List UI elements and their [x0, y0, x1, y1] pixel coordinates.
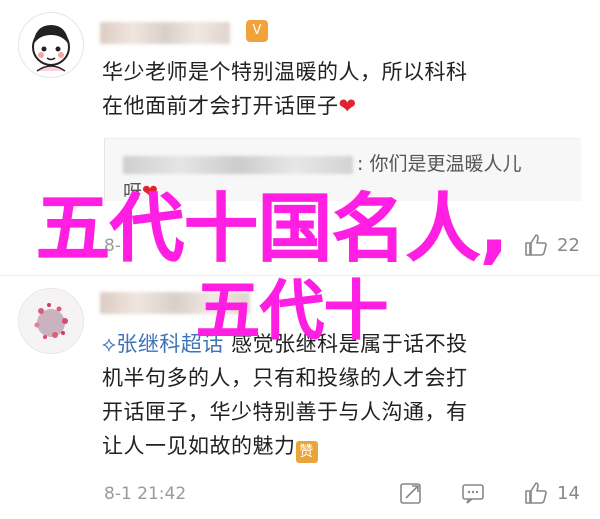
- floral-avatar-icon: [19, 289, 83, 353]
- vip-badge-icon: V: [246, 20, 268, 42]
- topic-link-icon[interactable]: ⟡: [102, 332, 116, 356]
- comment-1-text-line2-wrap: 在他面前才会打开话匣子❤: [102, 90, 357, 122]
- heart-icon: ❤: [338, 94, 357, 118]
- thumbs-up-icon[interactable]: [523, 480, 549, 506]
- share-icon[interactable]: [398, 480, 424, 506]
- comment-1-text-line1: 华少老师是个特别温暖的人，所以科科: [102, 60, 468, 84]
- comment-2-text-line3: 开话匣子，华少特别善于与人沟通，有: [102, 400, 468, 424]
- avatar-user-1[interactable]: [18, 12, 84, 78]
- comment-1-text-line2: 在他面前才会打开话匣子: [102, 94, 339, 118]
- quoted-username: [123, 156, 353, 174]
- comment-2-text-line4-wrap: 让人一见如故的魅力赞: [102, 430, 318, 463]
- comment-2-like-count: 14: [557, 483, 580, 504]
- comment-1-like-count: 22: [557, 235, 580, 256]
- comment-2-time: 8-1 21:42: [104, 484, 187, 504]
- quoted-reply-text: : 你们是更温暖人儿: [357, 153, 522, 175]
- thumbs-up-icon[interactable]: [523, 232, 549, 258]
- zan-emoji-icon: 赞: [295, 441, 318, 463]
- avatar-user-2[interactable]: [18, 288, 84, 354]
- overlay-title-line1: 五代十国名人,: [35, 186, 509, 273]
- comment-2-text-line2: 机半句多的人，只有和投缘的人才会打: [102, 366, 468, 390]
- comment-2-text-line4: 让人一见如故的魅力: [102, 434, 296, 458]
- overlay-title-line2: 五代十: [196, 275, 389, 350]
- comment-icon[interactable]: [460, 480, 486, 506]
- username-user-1[interactable]: [100, 22, 230, 44]
- cartoon-girl-avatar-icon: [32, 25, 70, 72]
